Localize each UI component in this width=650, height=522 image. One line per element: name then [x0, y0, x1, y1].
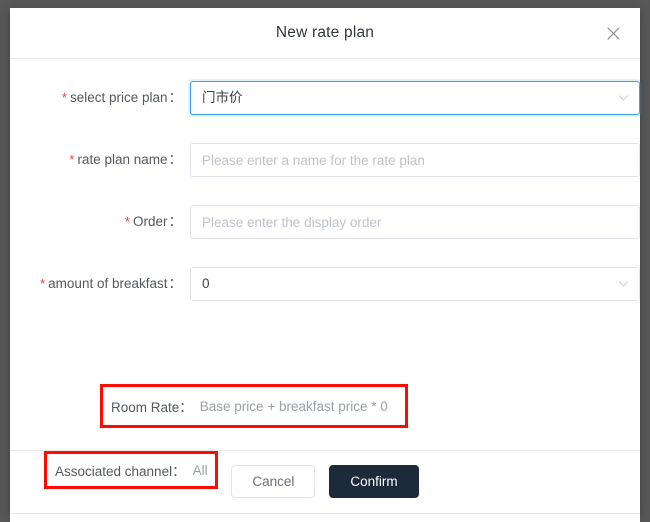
room-rate-label: Room Rate： [111, 400, 193, 415]
associated-channel-highlight-box: Associated channel： All [44, 451, 218, 489]
required-asterisk: * [40, 276, 46, 291]
dialog-header: New rate plan [10, 8, 640, 59]
amount-of-breakfast-select[interactable]: 0 [190, 267, 640, 301]
label-rate-plan-name: * rate plan name： [10, 143, 182, 177]
amount-of-breakfast-value: 0 [202, 276, 210, 291]
required-asterisk: * [124, 214, 130, 229]
order-input[interactable] [190, 205, 640, 239]
form-row-select-price-plan: * select price plan： 门市价 [10, 81, 640, 115]
label-select-price-plan: * select price plan： [10, 81, 182, 115]
select-price-plan[interactable]: 门市价 [190, 81, 640, 115]
label-colon: ： [168, 90, 183, 105]
label-text: Order [132, 214, 168, 229]
label-colon: ： [168, 152, 183, 167]
label-text: rate plan name [77, 152, 168, 167]
label-colon: ： [168, 276, 183, 291]
form-row-amount-of-breakfast: * amount of breakfast： 0 [10, 267, 640, 301]
label-amount-of-breakfast: * amount of breakfast： [10, 267, 182, 301]
chevron-down-icon [618, 93, 629, 104]
dialog-title: New rate plan [275, 24, 375, 41]
required-asterisk: * [69, 152, 75, 167]
room-rate-value: Base price + breakfast price * 0 [199, 398, 388, 414]
select-price-plan-value: 门市价 [202, 90, 243, 105]
rate-plan-name-input[interactable] [190, 143, 640, 177]
associated-channel-value: All [192, 462, 208, 478]
close-icon[interactable] [600, 20, 626, 46]
room-rate-highlight-box: Room Rate： Base price + breakfast price … [100, 384, 408, 428]
field-wrap-order [190, 205, 640, 239]
cancel-button[interactable]: Cancel [231, 465, 316, 498]
new-rate-plan-dialog: New rate plan * select price plan： 门市价 *… [10, 8, 640, 514]
form-row-rate-plan-name: * rate plan name： [10, 143, 640, 177]
confirm-button[interactable]: Confirm [329, 465, 419, 498]
form-row-order: * Order： [10, 205, 640, 239]
label-text: amount of breakfast [48, 276, 168, 291]
field-wrap-rate-plan-name [190, 143, 640, 177]
field-wrap-select-price-plan: 门市价 [190, 81, 640, 115]
background-page-sliver [10, 513, 640, 522]
label-text: select price plan [69, 90, 168, 105]
chevron-down-icon [618, 279, 629, 290]
associated-channel-label: Associated channel： [55, 464, 186, 479]
label-colon: ： [168, 214, 183, 229]
required-asterisk: * [61, 90, 67, 105]
dialog-body: * select price plan： 门市价 * rate plan name： [10, 59, 640, 489]
label-order: * Order： [10, 205, 182, 239]
field-wrap-amount-of-breakfast: 0 [190, 267, 640, 301]
